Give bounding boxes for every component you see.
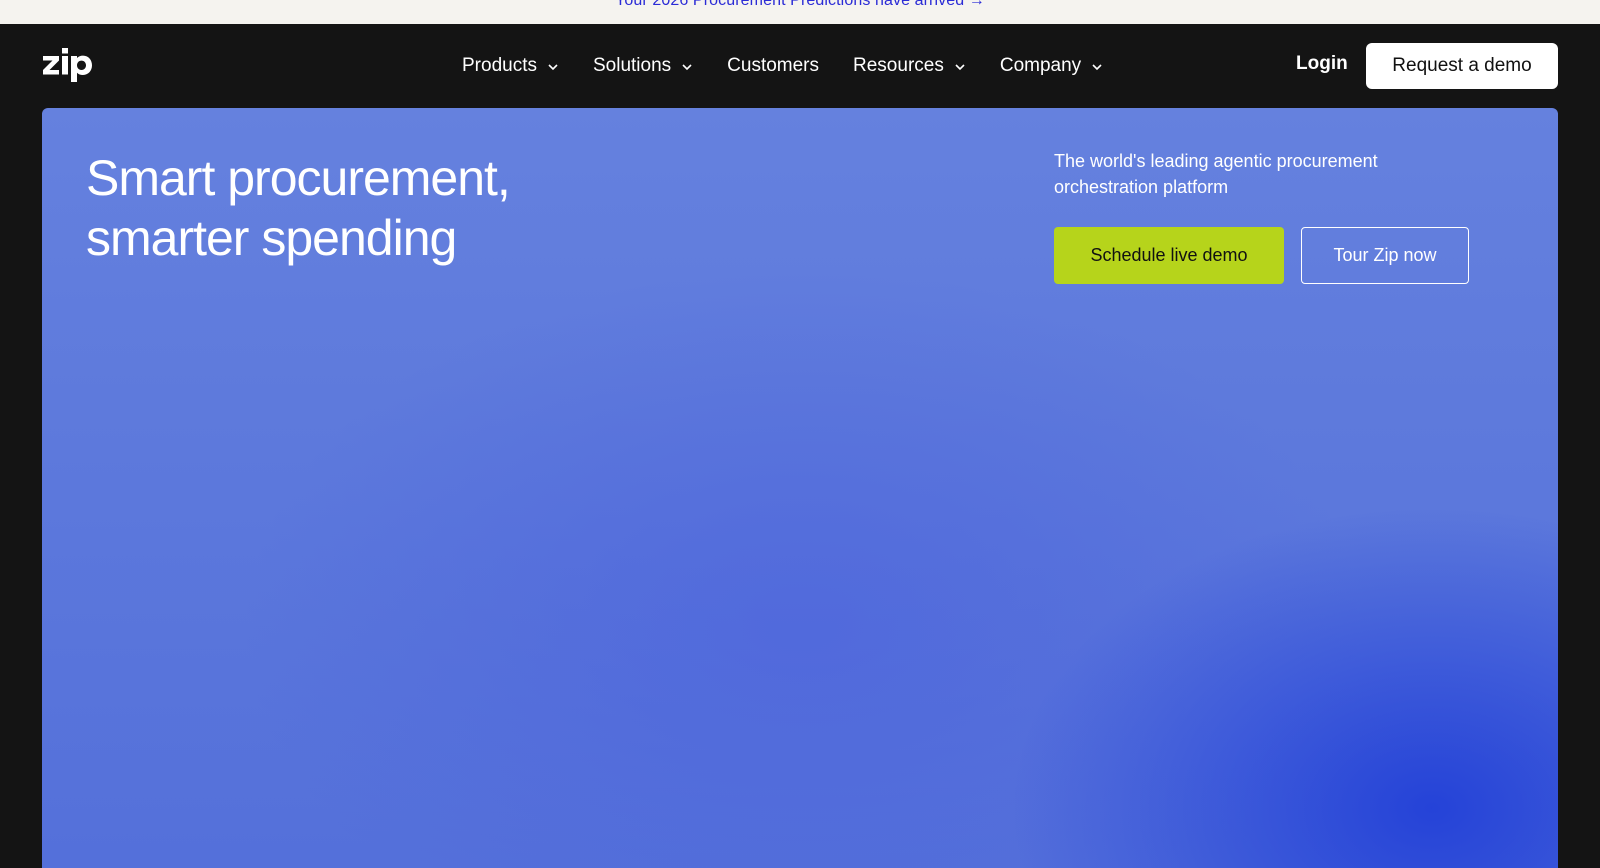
schedule-demo-button[interactable]: Schedule live demo — [1054, 227, 1284, 284]
hero-title-line-1: Smart procurement, — [86, 150, 511, 206]
tour-zip-button[interactable]: Tour Zip now — [1301, 227, 1469, 284]
main-menu: Products Solutions Customers Resources C… — [462, 52, 1137, 80]
nav-item-products[interactable]: Products — [462, 55, 559, 77]
hero-title-line-2: smarter spending — [86, 210, 457, 266]
zip-logo[interactable] — [42, 46, 102, 86]
login-link[interactable]: Login — [1296, 53, 1348, 75]
nav-item-solutions[interactable]: Solutions — [593, 55, 693, 77]
chevron-down-icon — [548, 64, 558, 71]
announcement-bar: Your 2026 Procurement Predictions have a… — [0, 0, 1600, 24]
nav-item-customers[interactable]: Customers — [727, 55, 819, 77]
chevron-down-icon — [682, 64, 692, 71]
chevron-down-icon — [1092, 64, 1102, 71]
nav-item-label: Products — [462, 55, 537, 76]
hero-title: Smart procurement, smarter spending — [86, 148, 686, 268]
nav-item-label: Solutions — [592, 55, 672, 76]
nav-item-resources[interactable]: Resources — [853, 55, 966, 77]
chevron-down-icon — [955, 64, 965, 71]
zip-logo-icon — [43, 48, 92, 82]
top-nav: Products Solutions Customers Resources C… — [0, 24, 1600, 108]
hero-subtitle: The world's leading agentic procurement … — [1054, 151, 1378, 197]
nav-item-company[interactable]: Company — [1000, 55, 1103, 77]
announcement-link[interactable]: Your 2026 Procurement Predictions have a… — [0, 0, 1600, 10]
request-demo-button[interactable]: Request a demo — [1366, 43, 1558, 89]
nav-item-label: Customers — [727, 55, 820, 76]
nav-item-label: Company — [999, 55, 1082, 76]
hero-section: Smart procurement, smarter spending The … — [42, 108, 1558, 868]
nav-item-label: Resources — [853, 55, 944, 76]
